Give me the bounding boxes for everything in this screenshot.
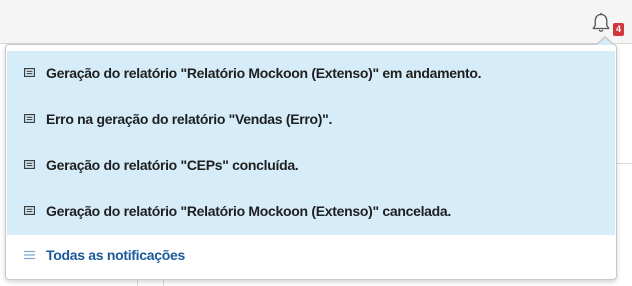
- notification-count-badge: 4: [613, 23, 624, 36]
- dropdown-caret-fill: [597, 38, 613, 45]
- message-icon: [24, 160, 35, 169]
- notification-list: Geração do relatório "Relatório Mockoon …: [7, 51, 615, 235]
- top-bar: 4: [0, 0, 632, 44]
- notification-text: Geração do relatório "Relatório Mockoon …: [46, 65, 482, 81]
- notification-item[interactable]: Geração do relatório "Relatório Mockoon …: [7, 51, 615, 97]
- notifications-dropdown: Geração do relatório "Relatório Mockoon …: [5, 44, 617, 280]
- message-icon: [24, 68, 35, 77]
- notification-item[interactable]: Erro na geração do relatório "Vendas (Er…: [7, 97, 615, 143]
- bell-icon: [592, 12, 610, 33]
- notification-text: Geração do relatório "Relatório Mockoon …: [46, 203, 451, 219]
- all-notifications-link[interactable]: Todas as notificações: [7, 235, 615, 279]
- notifications-button[interactable]: 4: [590, 11, 630, 37]
- all-notifications-label: Todas as notificações: [46, 247, 185, 263]
- notification-item[interactable]: Geração do relatório "Relatório Mockoon …: [7, 189, 615, 235]
- message-icon: [24, 114, 35, 123]
- message-icon: [24, 206, 35, 215]
- list-icon: [24, 250, 35, 260]
- notification-text: Erro na geração do relatório "Vendas (Er…: [46, 111, 333, 127]
- notification-text: Geração do relatório "CEPs" concluída.: [46, 157, 299, 173]
- notification-item[interactable]: Geração do relatório "CEPs" concluída.: [7, 143, 615, 189]
